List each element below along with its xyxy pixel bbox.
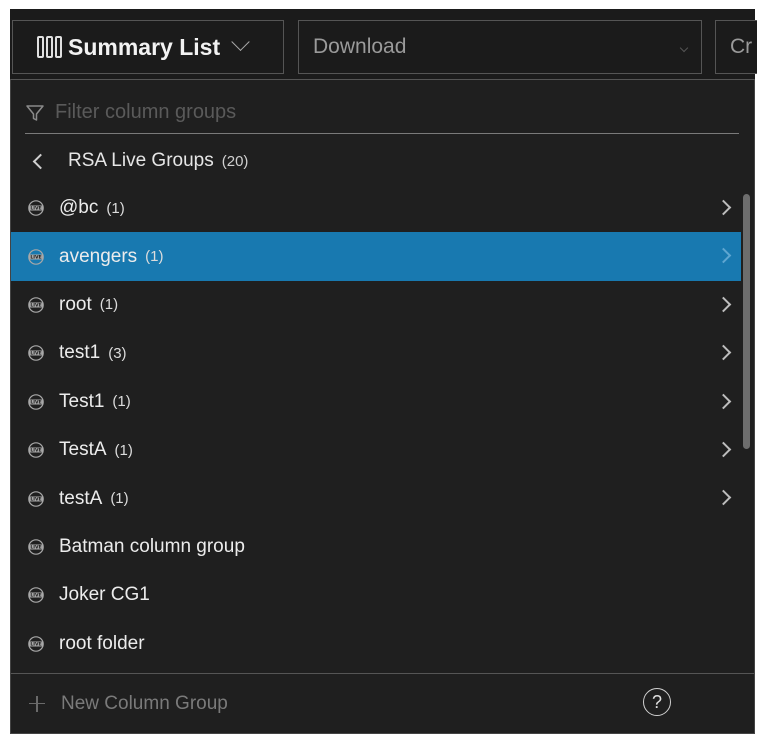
list-item-count: (1) [145, 248, 164, 266]
list-item-count: (3) [108, 344, 127, 362]
live-icon: LIVE [27, 586, 45, 604]
list-item-label: test1 [59, 342, 101, 364]
svg-text:LIVE: LIVE [30, 496, 41, 502]
list-item-label: root folder [59, 632, 145, 654]
filter-icon [26, 104, 44, 121]
chevron-right-icon[interactable] [715, 490, 732, 506]
download-label: Download [313, 35, 407, 58]
live-icon: LIVE [27, 199, 45, 217]
svg-text:LIVE: LIVE [30, 448, 41, 454]
svg-text:LIVE: LIVE [30, 545, 41, 551]
column-group-selector: Summary List Download Cr RSA Live Groups… [10, 9, 757, 734]
svg-text:LIVE: LIVE [30, 254, 41, 260]
list-item-label: Joker CG1 [59, 584, 150, 606]
list-item[interactable]: LIVE Batman column group [11, 523, 741, 571]
live-icon: LIVE [27, 490, 45, 508]
chevron-right-icon[interactable] [715, 296, 732, 313]
new-column-group-button[interactable]: New Column Group [61, 693, 228, 715]
list-item-label: Test1 [59, 390, 105, 412]
chevron-right-icon[interactable] [715, 248, 732, 264]
column-groups-dropdown-panel: RSA Live Groups (20) LIVE @bc (1) LIVE aveng… [10, 79, 755, 734]
svg-text:LIVE: LIVE [30, 593, 41, 599]
scrollbar-thumb[interactable] [743, 194, 750, 449]
list-item-label: avengers [59, 245, 138, 267]
list-item-count: (1) [110, 490, 129, 508]
live-icon: LIVE [27, 248, 45, 266]
chevron-down-icon [231, 32, 250, 51]
chevron-right-icon[interactable] [715, 393, 732, 409]
svg-text:LIVE: LIVE [30, 641, 41, 647]
svg-text:LIVE: LIVE [30, 399, 41, 405]
help-icon[interactable]: ? [643, 688, 671, 716]
list-item-count: (1) [99, 296, 119, 314]
list-item-count: (1) [106, 199, 125, 217]
live-icon: LIVE [27, 344, 45, 362]
live-icon: LIVE [27, 538, 45, 556]
summary-list-label: Summary List [68, 33, 221, 60]
scrollbar[interactable] [743, 184, 751, 674]
back-to-parent-row[interactable]: RSA Live Groups (20) [11, 140, 754, 182]
svg-text:LIVE: LIVE [30, 303, 41, 309]
panel-footer: New Column Group ? [11, 673, 754, 733]
columns-icon [37, 36, 62, 58]
live-icon: LIVE [27, 393, 45, 411]
list-item[interactable]: LIVE testA (1) [11, 474, 741, 522]
list-item[interactable]: LIVE Joker CG1 [11, 571, 741, 619]
list-item[interactable]: LIVE test1 (3) [11, 329, 741, 377]
list-item-label: TestA [59, 439, 107, 461]
column-group-list: LIVE @bc (1) LIVE avengers (1) LIVE root (1) LIVE… [11, 184, 741, 668]
list-item-label: testA [59, 487, 103, 509]
list-item[interactable]: LIVE @bc (1) [11, 184, 741, 232]
filter-input[interactable] [55, 101, 739, 124]
caret-down-icon [679, 43, 689, 53]
chevron-right-icon[interactable] [715, 441, 732, 458]
chevron-right-icon[interactable] [715, 199, 732, 216]
live-icon: LIVE [27, 296, 45, 314]
svg-text:LIVE: LIVE [30, 206, 41, 212]
list-item[interactable]: LIVE Test1 (1) [11, 378, 741, 426]
download-dropdown[interactable]: Download [298, 20, 702, 74]
list-item[interactable]: LIVE avengers (1) [11, 232, 741, 281]
list-item-label: @bc [59, 197, 99, 219]
chevron-left-icon[interactable] [32, 153, 49, 169]
list-item-count: (1) [112, 393, 131, 411]
partial-button-label: Cr [730, 35, 753, 58]
summary-list-dropdown[interactable]: Summary List [12, 20, 284, 74]
list-item-label: Batman column group [59, 535, 245, 557]
list-item[interactable]: LIVE TestA (1) [11, 426, 741, 474]
plus-icon[interactable] [29, 695, 45, 712]
list-item-label: root [59, 293, 92, 315]
list-item[interactable]: LIVE root folder [11, 620, 741, 668]
partial-button[interactable]: Cr [715, 20, 757, 74]
toolbar: Summary List Download Cr [10, 9, 757, 79]
live-icon: LIVE [27, 441, 45, 459]
group-title: RSA Live Groups [68, 150, 214, 171]
live-icon: LIVE [27, 635, 45, 653]
filter-bar [25, 92, 739, 134]
chevron-right-icon[interactable] [715, 344, 732, 361]
svg-text:LIVE: LIVE [30, 351, 41, 357]
group-count: (20) [221, 152, 249, 170]
list-item-count: (1) [114, 441, 133, 459]
list-item[interactable]: LIVE root (1) [11, 281, 741, 329]
